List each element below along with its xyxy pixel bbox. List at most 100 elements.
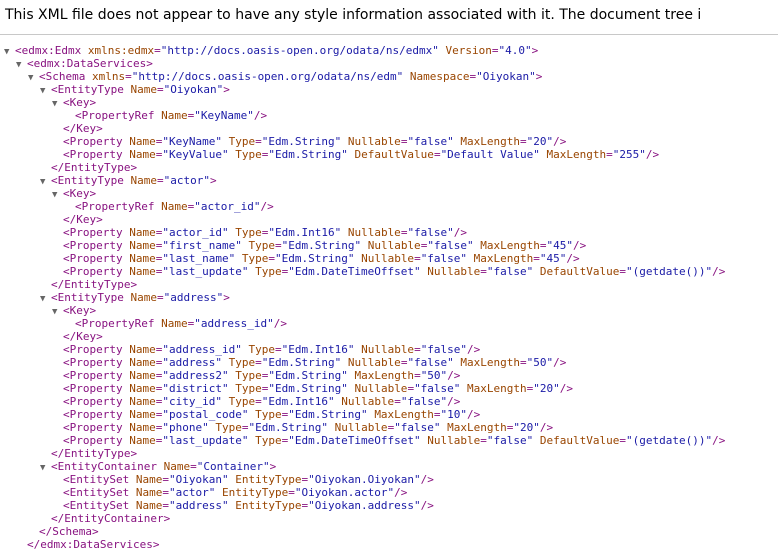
- xml-attribute-value: "false": [420, 252, 468, 265]
- collapse-toggle-icon[interactable]: ▼: [52, 189, 63, 202]
- xml-equals-sign: =: [162, 486, 169, 499]
- xml-attribute-value: "Default Value": [440, 148, 540, 161]
- xml-attribute-value: "city_id": [162, 395, 222, 408]
- xml-line: </EntityContainer>: [4, 512, 778, 525]
- xml-attribute-name: Name: [129, 382, 156, 395]
- xml-attribute-value: "postal_code": [162, 408, 249, 421]
- xml-attribute-value: "Oiyokan.actor": [294, 486, 395, 499]
- xml-tag-close: >: [209, 174, 217, 187]
- collapse-toggle-icon[interactable]: ▼: [52, 98, 63, 111]
- xml-equals-sign: =: [162, 473, 169, 486]
- xml-attribute-value: "false": [407, 226, 454, 239]
- xml-attribute-name: Name: [129, 226, 156, 239]
- collapse-toggle-icon[interactable]: ▼: [52, 306, 63, 319]
- xml-attribute-name: Namespace: [409, 70, 470, 83]
- collapse-toggle-icon[interactable]: ▼: [40, 462, 51, 475]
- xml-attribute-value: "4.0": [498, 44, 532, 57]
- collapse-toggle-icon[interactable]: ▼: [40, 176, 51, 189]
- xml-attribute-name: Name: [129, 369, 156, 382]
- xml-attribute-name: Name: [161, 109, 188, 122]
- xml-line: <PropertyRef Name="actor_id"/>: [4, 200, 778, 213]
- xml-attribute-name: Type: [228, 395, 256, 408]
- collapse-toggle-icon[interactable]: ▼: [40, 293, 51, 306]
- xml-attribute-value: "Edm.DateTimeOffset": [288, 434, 421, 447]
- xml-tag-name: <Property: [63, 239, 123, 252]
- xml-tag-name: </edmx:DataServices>: [27, 538, 160, 551]
- xml-attribute-name: Name: [129, 135, 156, 148]
- xml-equals-sign: =: [274, 343, 282, 356]
- xml-equals-sign: =: [255, 135, 262, 148]
- xml-tag-close: />: [539, 421, 554, 434]
- xml-attribute-value: "false": [427, 239, 474, 252]
- xml-attribute-name: MaxLength: [480, 239, 540, 252]
- xml-tag-close: />: [467, 343, 481, 356]
- collapse-toggle-icon[interactable]: ▼: [40, 85, 51, 98]
- xml-attribute-name: Name: [130, 291, 157, 304]
- xml-attribute-name: Type: [248, 239, 275, 252]
- xml-tag-close: >: [223, 83, 230, 96]
- xml-attribute-value: "Edm.Int16": [281, 343, 355, 356]
- xml-tag-name: <EntitySet: [63, 473, 130, 486]
- xml-attribute-value: "false": [414, 382, 461, 395]
- xml-attribute-name: Nullable: [427, 434, 481, 447]
- xml-line: ▼ <Key>: [4, 187, 778, 200]
- xml-line: </Key>: [4, 122, 778, 135]
- xml-line: </EntityType>: [4, 278, 778, 291]
- xml-line: <Property Name="phone" Type="Edm.String"…: [4, 421, 778, 434]
- xml-attribute-value: "Container": [196, 460, 270, 473]
- xml-attribute-value: "KeyValue": [162, 148, 229, 161]
- xml-attribute-value: "Edm.Int16": [268, 226, 342, 239]
- xml-tag-close: />: [253, 109, 268, 122]
- xml-attribute-name: Type: [228, 135, 256, 148]
- xml-tag-close: />: [573, 239, 587, 252]
- xml-attribute-value: "false": [400, 395, 448, 408]
- xml-equals-sign: =: [255, 356, 262, 369]
- xml-line: <EntitySet Name="address" EntityType="Oi…: [4, 499, 778, 512]
- xml-attribute-value: "false": [486, 265, 534, 278]
- xml-line: ▼ <edmx:DataServices>: [4, 57, 778, 70]
- collapse-toggle-icon[interactable]: ▼: [16, 59, 27, 72]
- xml-tag-close: />: [453, 226, 468, 239]
- xml-attribute-name: Nullable: [347, 226, 401, 239]
- xml-line: ▼ <Key>: [4, 304, 778, 317]
- xml-tag-close: >: [146, 57, 153, 70]
- xml-attribute-name: Type: [235, 382, 262, 395]
- xml-tree: ▼ <edmx:Edmx xmlns:edmx="http://docs.oasi…: [4, 44, 778, 551]
- xml-attribute-name: Type: [255, 434, 282, 447]
- xml-attribute-name: Name: [129, 265, 156, 278]
- xml-equals-sign: =: [433, 408, 441, 421]
- xml-line: <Property Name = "KeyValue" Type = "Edm.Stri…: [4, 148, 778, 161]
- xml-attribute-value: "last_name": [162, 252, 236, 265]
- xml-equals-sign: =: [619, 434, 626, 447]
- xml-attribute-name: Type: [255, 408, 282, 421]
- xml-attribute-name: Nullable: [361, 343, 415, 356]
- xml-attribute-value: "address_id": [162, 343, 242, 356]
- xml-line: <PropertyRef Name="KeyName"/>: [4, 109, 778, 122]
- collapse-toggle-icon[interactable]: ▼: [4, 46, 15, 59]
- xml-tag-name: <PropertyRef: [75, 317, 155, 330]
- xml-tag-name: <EntityType: [51, 291, 124, 304]
- collapse-toggle-icon[interactable]: ▼: [28, 72, 39, 85]
- xml-equals-sign: =: [268, 252, 275, 265]
- xml-equals-sign: =: [154, 44, 161, 57]
- xml-line: <Property Name="city_id" Type="Edm.Int16…: [4, 395, 778, 408]
- xml-attribute-value: "KeyName": [194, 109, 254, 122]
- xml-attribute-value: "Edm.DateTimeOffset": [288, 265, 421, 278]
- xml-tag-name: <PropertyRef: [75, 109, 155, 122]
- xml-attribute-value: "20": [526, 135, 554, 148]
- xml-attribute-name: Name: [129, 343, 156, 356]
- xml-line: </Schema>: [4, 525, 778, 538]
- xml-equals-sign: =: [520, 135, 527, 148]
- xml-tag-close: >: [223, 291, 230, 304]
- xml-line: ▼ <Schema xmlns="http://docs.oasis-open.o…: [4, 70, 778, 83]
- xml-attribute-name: Type: [235, 148, 262, 161]
- xml-attribute-value: "last_update": [162, 434, 249, 447]
- xml-attribute-value: "actor": [168, 486, 216, 499]
- xml-line: <Property Name="actor_id" Type="Edm.Int1…: [4, 226, 778, 239]
- xml-attribute-value: "last_update": [162, 265, 249, 278]
- xml-tag-name: <EntityContainer: [51, 460, 157, 473]
- xml-attribute-value: "255": [612, 148, 646, 161]
- xml-tag-close: />: [260, 200, 274, 213]
- xml-attribute-name: Type: [255, 265, 282, 278]
- xml-attribute-value: "false": [407, 356, 454, 369]
